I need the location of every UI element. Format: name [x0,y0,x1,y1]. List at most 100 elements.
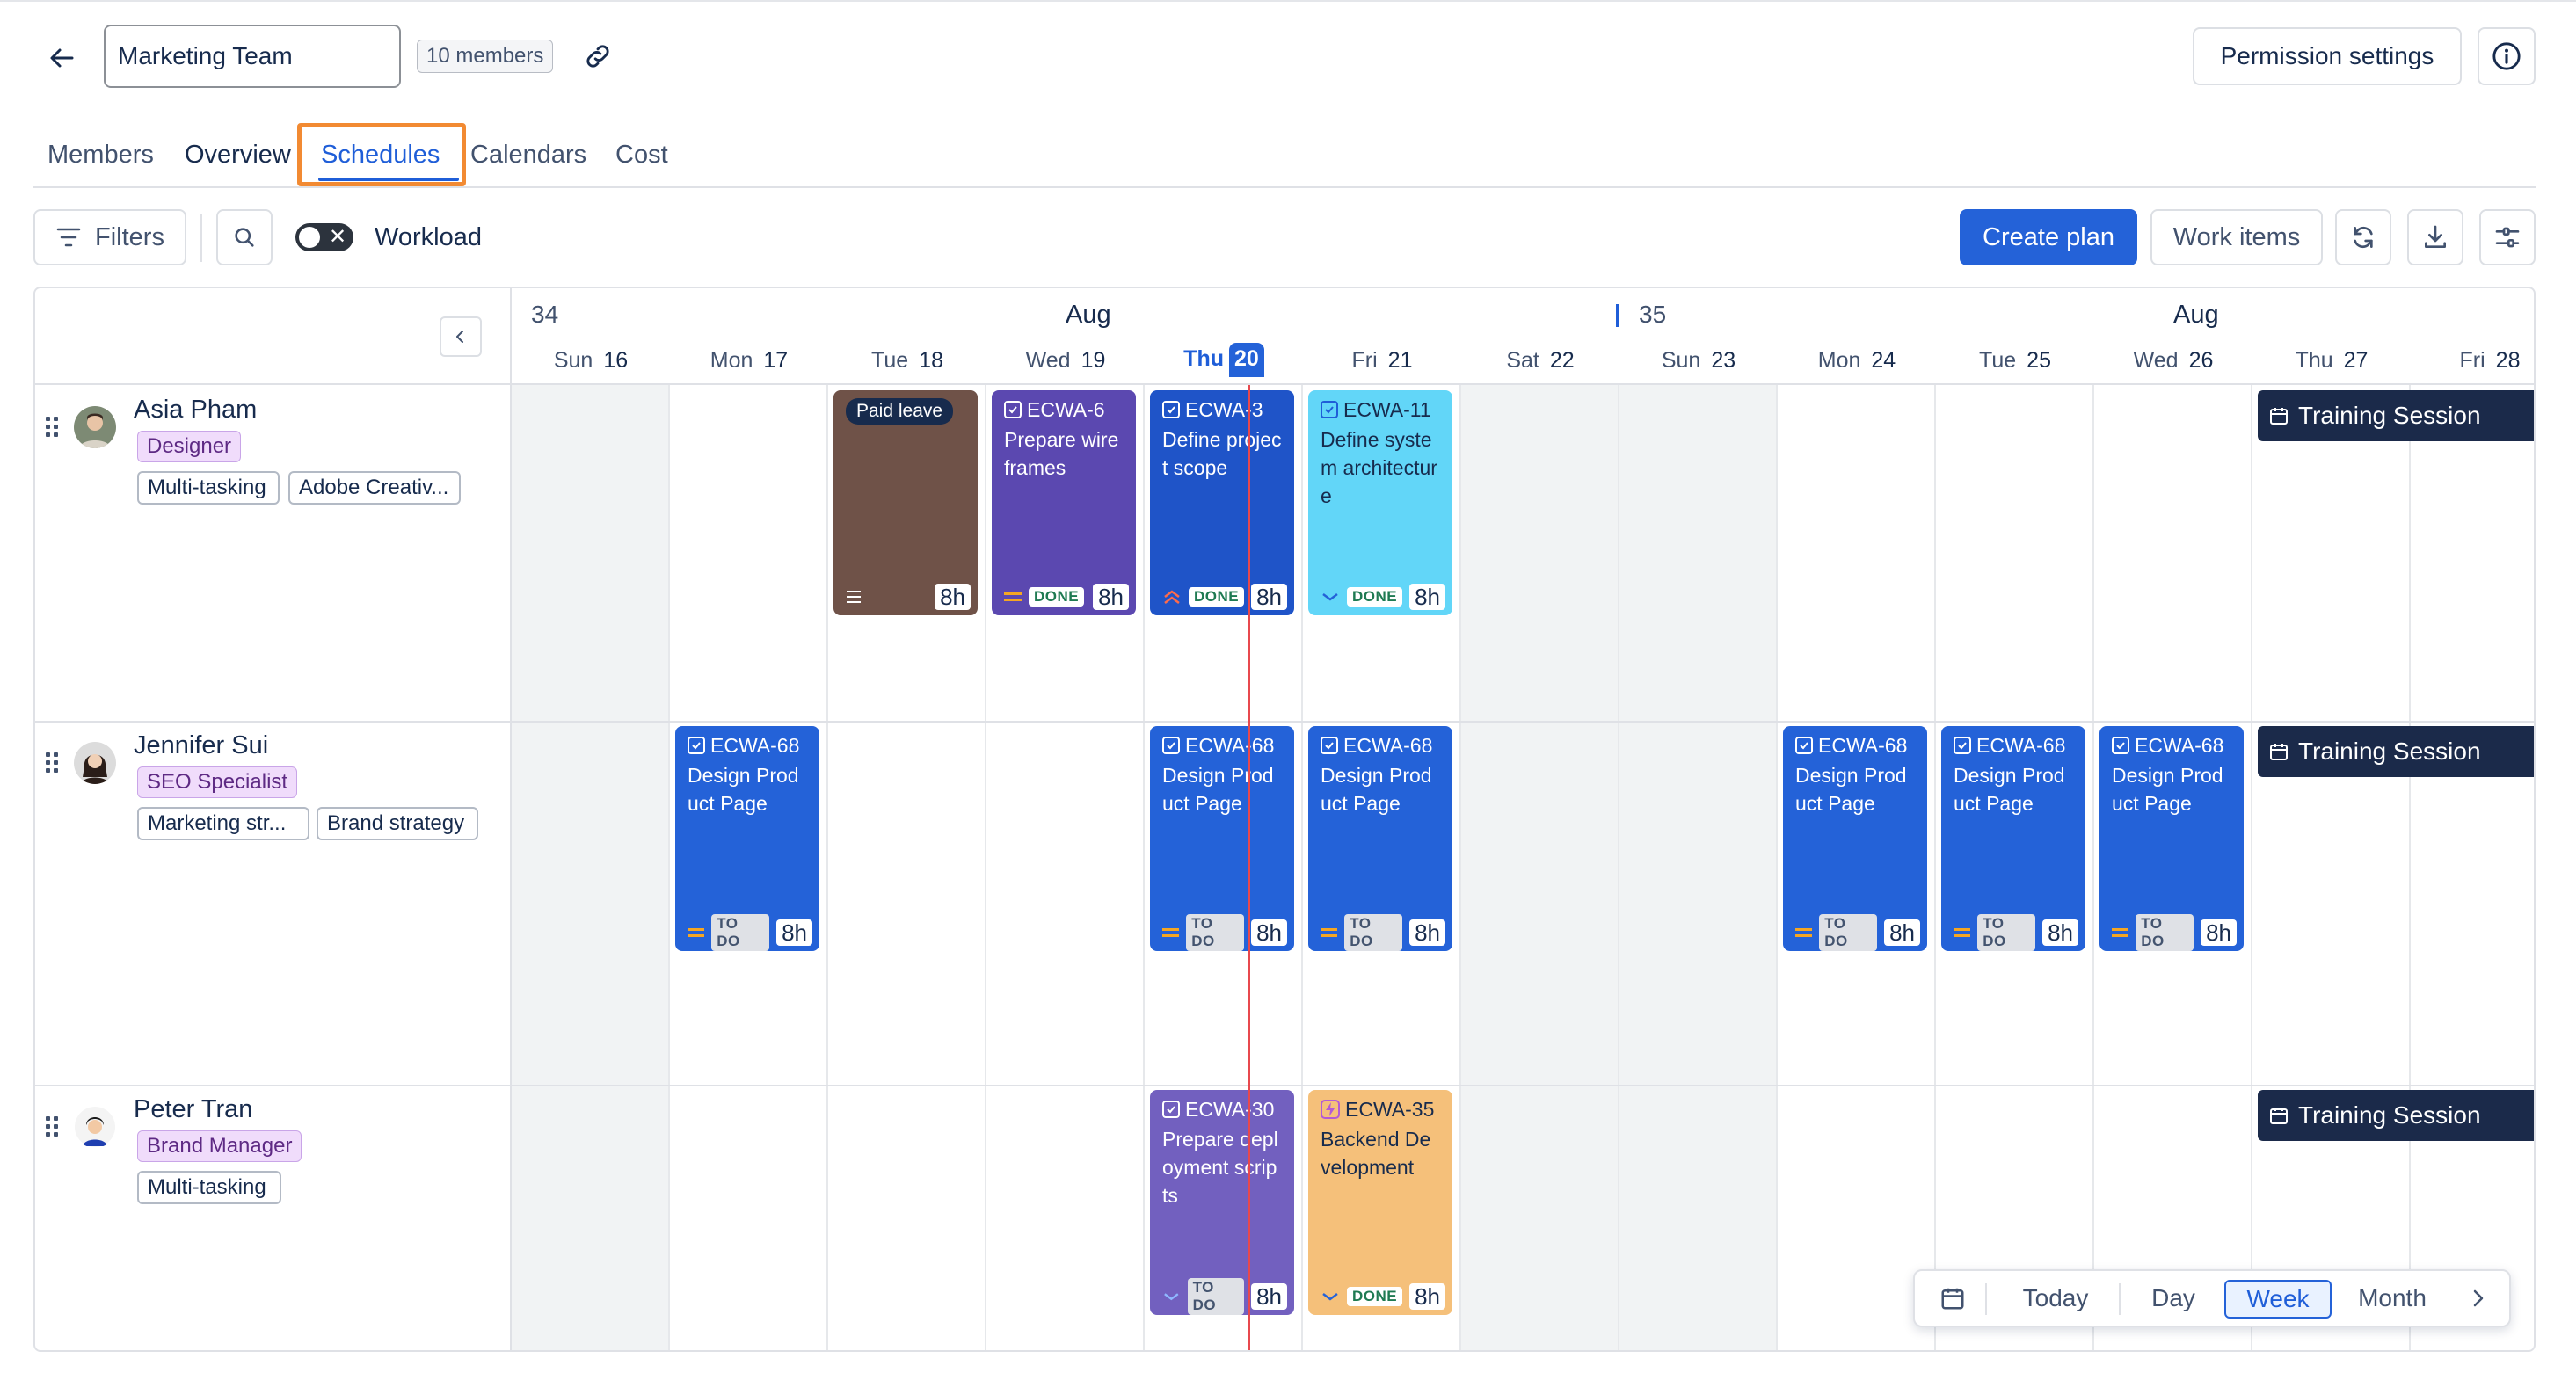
filter-icon [56,228,81,247]
work-item-card[interactable]: ECWA-68 Design Product Page TO DO 8h [1308,726,1452,951]
sync-button[interactable] [2335,209,2391,265]
column-line [2409,385,2411,1350]
status-badge: TO DO [1977,914,2036,951]
workload-toggle[interactable]: ✕ [295,223,353,251]
header-divider [35,383,2534,385]
drag-handle-icon[interactable] [44,1115,62,1141]
person-name[interactable]: Peter Tran [134,1095,252,1124]
drag-handle-icon[interactable] [44,415,62,441]
create-plan-button[interactable]: Create plan [1960,209,2137,265]
collapse-panel-button[interactable] [440,316,482,357]
today-indicator-line [1248,385,1250,1350]
team-name-input[interactable] [104,25,401,88]
paid-leave-card[interactable]: Paid leave 8h [833,390,978,615]
work-item-card[interactable]: ECWA-35 Backend Development DONE 8h [1308,1090,1452,1315]
sliders-icon [2495,227,2520,248]
day-header: Sun 16 [553,348,629,373]
day-view-button[interactable]: Day [2129,1271,2217,1326]
month-label: Aug [1066,301,1111,329]
event-title: Training Session [2298,1101,2481,1129]
checkbox-icon [1004,401,1022,418]
priority-medium-icon [1004,592,1022,601]
work-item-card[interactable]: ECWA-68 Design Product Page TO DO 8h [675,726,819,951]
permission-settings-button[interactable]: Permission settings [2193,27,2462,85]
filters-button[interactable]: Filters [33,209,186,265]
priority-low-icon [1322,593,1338,601]
work-item-title: Prepare deployment scripts [1162,1128,1278,1207]
work-item-card[interactable]: ECWA-6 Prepare wireframes DONE 8h [992,390,1136,615]
work-item-title: Design Product Page [2112,764,2223,815]
work-item-key: ECWA-35 [1345,1098,1435,1121]
calendar-icon [1941,1288,1964,1310]
column-line [1143,385,1145,1350]
column-line [1301,385,1303,1350]
tab-overview[interactable]: Overview [185,141,291,170]
day-header: Sun 23 [1661,348,1736,373]
back-button[interactable] [40,37,83,79]
person-name[interactable]: Jennifer Sui [134,731,268,760]
status-badge: DONE [1346,587,1403,607]
calendar-icon [2270,1108,2288,1124]
person-name[interactable]: Asia Pham [134,396,257,425]
date-navigation: Today Day Week Month [1913,1269,2511,1327]
hours-label: 8h [1093,584,1129,610]
weekend-column [512,385,670,1350]
event-bar[interactable]: Training Session [2258,1090,2534,1141]
status-badge: DONE [1029,587,1085,607]
export-button[interactable] [2407,209,2463,265]
skill-tag: Multi-tasking [137,1171,281,1204]
week-number: 35 [1639,301,1667,328]
view-settings-button[interactable] [2479,209,2536,265]
work-item-title: Define system architecture [1321,428,1437,507]
week-view-button[interactable]: Week [2224,1280,2332,1319]
hours-label: 8h [2042,919,2078,946]
month-view-button[interactable]: Month [2339,1271,2446,1326]
nav-separator [2119,1283,2121,1315]
tab-calendars[interactable]: Calendars [470,141,586,170]
search-icon [235,228,254,247]
copy-link-button[interactable] [580,39,615,74]
work-item-card[interactable]: ECWA-68 Design Product Page TO DO 8h [2099,726,2244,951]
work-item-key: ECWA-68 [1976,734,2066,757]
status-badge: TO DO [1819,914,1878,951]
info-button[interactable] [2478,27,2536,85]
day-header: Tue 25 [1979,348,2051,373]
work-item-key: ECWA-6 [1027,398,1105,421]
members-count-badge[interactable]: 10 members [417,40,554,73]
toggle-off-icon: ✕ [329,224,347,249]
drag-handle-icon[interactable] [44,751,62,777]
event-bar[interactable]: Training Session [2258,726,2534,777]
checkbox-icon [688,737,705,754]
status-badge: TO DO [711,914,770,951]
date-picker-button[interactable] [1931,1271,1975,1326]
work-items-button[interactable]: Work items [2150,209,2323,265]
work-item-card[interactable]: ECWA-68 Design Product Page TO DO 8h [1783,726,1927,951]
work-item-card[interactable]: ECWA-68 Design Product Page TO DO 8h [1150,726,1294,951]
row-divider [35,721,2534,723]
today-button[interactable]: Today [1996,1271,2115,1326]
work-item-card[interactable]: ECWA-30 Prepare deployment scripts TO DO… [1150,1090,1294,1315]
event-bar[interactable]: Training Session [2258,390,2534,441]
role-badge: SEO Specialist [137,766,298,798]
tab-schedules[interactable]: Schedules [321,141,440,170]
column-line [826,385,828,1350]
skill-tag: Adobe Creativ... [288,471,461,505]
tab-members[interactable]: Members [47,141,154,170]
week-separator [1616,304,1619,327]
workload-label: Workload [375,223,482,251]
active-tab-indicator [318,178,459,181]
work-item-key: ECWA-68 [2135,734,2224,757]
work-item-title: Backend Development [1321,1128,1431,1179]
work-item-key: ECWA-68 [1185,734,1275,757]
work-item-card[interactable]: ECWA-11 Define system architecture DONE … [1308,390,1452,615]
chevron-left-icon [456,331,463,343]
work-item-key: ECWA-3 [1185,398,1263,421]
hours-label: 8h [1409,919,1445,946]
work-item-card[interactable]: ECWA-3 Define project scope DONE 8h [1150,390,1294,615]
info-icon [2492,42,2521,70]
tab-cost[interactable]: Cost [615,141,668,170]
toolbar-divider [200,214,202,262]
work-item-card[interactable]: ECWA-68 Design Product Page TO DO 8h [1941,726,2085,951]
search-button[interactable] [216,209,273,265]
next-period-button[interactable] [2456,1271,2500,1326]
